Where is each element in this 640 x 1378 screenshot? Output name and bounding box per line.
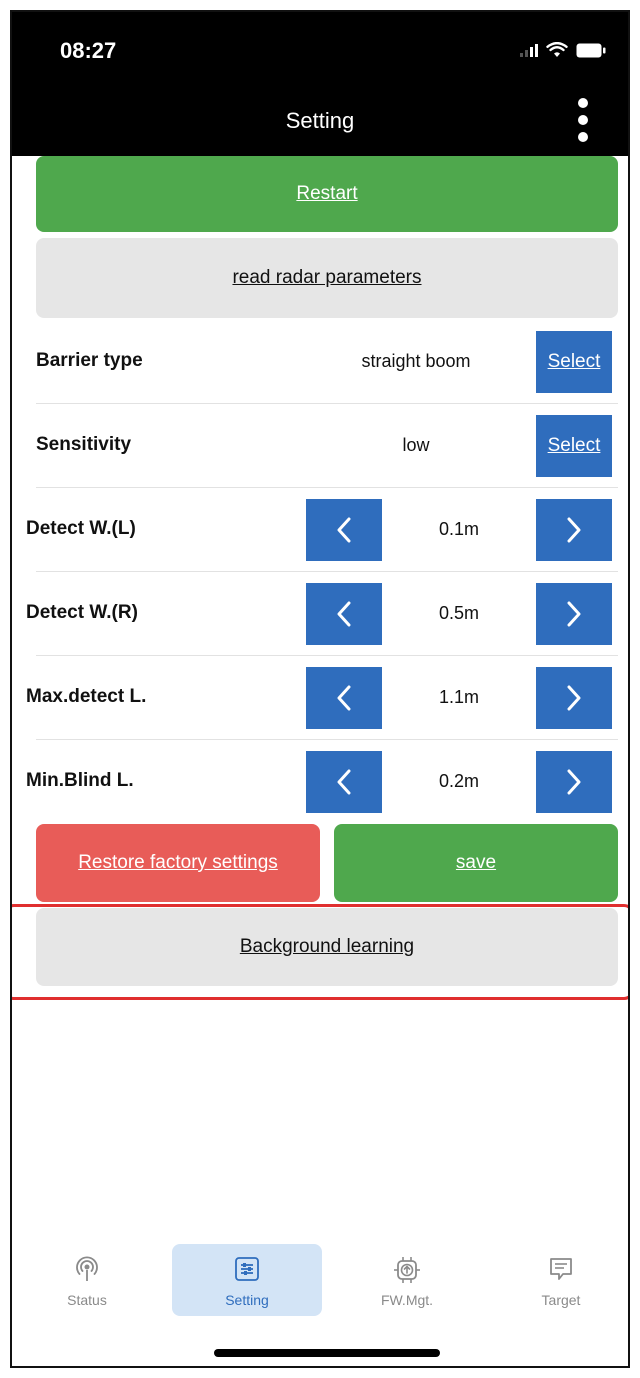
min-blind-length-row: Min.Blind L. 0.2m bbox=[26, 740, 618, 824]
home-indicator bbox=[214, 1349, 440, 1357]
tab-status[interactable]: Status bbox=[12, 1244, 162, 1316]
barrier-type-label: Barrier type bbox=[36, 350, 143, 371]
tab-fw-mgt-label: FW.Mgt. bbox=[380, 1292, 434, 1308]
detect-width-left-decrease-button[interactable] bbox=[306, 499, 382, 561]
wifi-icon bbox=[546, 42, 568, 58]
detect-width-left-row: Detect W.(L) 0.1m bbox=[26, 488, 618, 572]
max-detect-length-label: Max.detect L. bbox=[26, 686, 147, 707]
detect-width-right-decrease-button[interactable] bbox=[306, 583, 382, 645]
chevron-right-icon bbox=[567, 685, 581, 711]
tab-status-label: Status bbox=[67, 1292, 107, 1308]
sensitivity-select-button[interactable]: Select bbox=[536, 415, 612, 477]
chip-upload-icon bbox=[393, 1256, 421, 1289]
detect-width-right-value: 0.5m bbox=[438, 603, 480, 623]
more-vertical-icon[interactable] bbox=[576, 98, 590, 142]
battery-icon bbox=[576, 43, 606, 58]
sensitivity-label: Sensitivity bbox=[36, 434, 132, 455]
detect-width-right-label: Detect W.(R) bbox=[26, 602, 138, 623]
chevron-left-icon bbox=[337, 517, 351, 543]
chevron-right-icon bbox=[567, 601, 581, 627]
highlight-box bbox=[12, 904, 628, 1000]
broadcast-icon bbox=[75, 1256, 99, 1287]
max-detect-length-row: Max.detect L. 1.1m bbox=[26, 656, 618, 740]
sensitivity-row: Sensitivity low Select bbox=[26, 404, 618, 488]
min-blind-length-increase-button[interactable] bbox=[536, 751, 612, 813]
detect-width-left-label: Detect W.(L) bbox=[26, 518, 136, 539]
chevron-left-icon bbox=[337, 601, 351, 627]
tab-setting[interactable]: Setting bbox=[172, 1244, 322, 1316]
detect-width-right-row: Detect W.(R) 0.5m bbox=[26, 572, 618, 656]
chevron-right-icon bbox=[567, 517, 581, 543]
clock: 08:27 bbox=[60, 38, 117, 63]
tab-bar: Status Setting FW.Mgt. Target bbox=[12, 1244, 628, 1316]
tab-target[interactable]: Target bbox=[486, 1244, 628, 1316]
min-blind-length-value: 0.2m bbox=[438, 771, 480, 791]
max-detect-length-decrease-button[interactable] bbox=[306, 667, 382, 729]
max-detect-length-value: 1.1m bbox=[438, 687, 480, 707]
chevron-left-icon bbox=[337, 769, 351, 795]
tab-target-label: Target bbox=[541, 1292, 581, 1308]
detect-width-left-value: 0.1m bbox=[438, 519, 480, 539]
read-radar-parameters-button[interactable]: read radar parameters bbox=[36, 238, 618, 318]
navigation-bar: Setting bbox=[12, 92, 628, 156]
tab-setting-label: Setting bbox=[225, 1292, 269, 1308]
tab-fw-mgt[interactable]: FW.Mgt. bbox=[332, 1244, 482, 1316]
min-blind-length-decrease-button[interactable] bbox=[306, 751, 382, 813]
save-button[interactable]: save bbox=[334, 824, 618, 902]
detect-width-right-increase-button[interactable] bbox=[536, 583, 612, 645]
message-icon bbox=[548, 1256, 574, 1287]
barrier-type-row: Barrier type straight boom Select bbox=[26, 320, 618, 404]
barrier-type-select-button[interactable]: Select bbox=[536, 331, 612, 393]
status-bar: 08:27 bbox=[12, 12, 628, 92]
phone-screen: 08:27 Setting Restart read radar paramet… bbox=[10, 10, 630, 1368]
detect-width-left-increase-button[interactable] bbox=[536, 499, 612, 561]
barrier-type-value: straight boom bbox=[361, 351, 471, 371]
restore-factory-settings-button[interactable]: Restore factory settings bbox=[36, 824, 320, 902]
max-detect-length-increase-button[interactable] bbox=[536, 667, 612, 729]
settings-sliders-icon bbox=[234, 1256, 260, 1287]
chevron-right-icon bbox=[567, 769, 581, 795]
signal-icon bbox=[520, 43, 538, 57]
chevron-left-icon bbox=[337, 685, 351, 711]
status-icons bbox=[520, 42, 606, 58]
restart-button[interactable]: Restart bbox=[36, 156, 618, 232]
min-blind-length-label: Min.Blind L. bbox=[26, 770, 134, 791]
sensitivity-value: low bbox=[402, 435, 430, 455]
page-title: Setting bbox=[285, 108, 355, 133]
